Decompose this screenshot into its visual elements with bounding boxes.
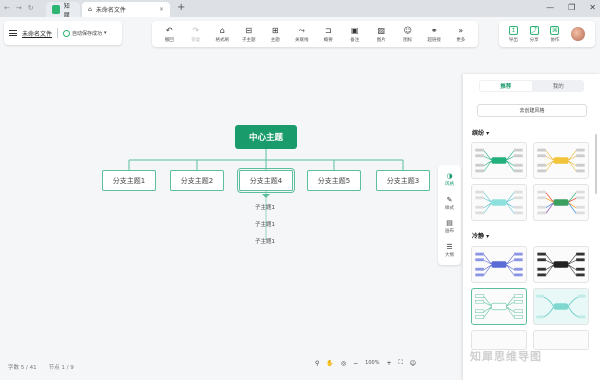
zoom-level[interactable]: 100% [365, 360, 379, 366]
canvas-icon: ▤ [446, 219, 453, 228]
branch-topic[interactable]: 分支主题1 [102, 170, 156, 191]
watermark: 知犀思维导图 [470, 350, 542, 363]
help-icon[interactable]: ☺ [410, 360, 416, 367]
subtopic[interactable]: 子主题1 [255, 203, 275, 211]
brush-icon: ✎ [446, 195, 453, 204]
create-style-button[interactable]: 去创建风格 [477, 104, 587, 117]
tab-label: 样式 [445, 205, 454, 211]
style-thumbnail[interactable] [471, 246, 527, 283]
locate-icon[interactable]: ◎ [341, 360, 346, 367]
palette-icon: ◑ [446, 172, 453, 181]
branch-topic[interactable]: 分支主题3 [376, 170, 430, 191]
style-thumbnail[interactable] [533, 184, 589, 221]
tab-mine[interactable]: 我的 [533, 80, 585, 92]
tab-recommended[interactable]: 推荐 [480, 81, 532, 91]
panel-scrollbar[interactable] [595, 134, 597, 194]
side-tabs: ◑ 风格 ✎ 样式 ▤ 画布 ☰ 大纲 [438, 165, 461, 265]
hand-icon[interactable]: ✋ [326, 360, 333, 367]
fit-screen-icon[interactable]: ⛶ [399, 359, 403, 367]
style-thumbnail[interactable] [471, 142, 527, 179]
zoom-in-button[interactable]: + [386, 360, 391, 367]
outline-icon: ☰ [446, 242, 453, 251]
word-count: 字数 5 / 41 [8, 365, 37, 371]
subtopic[interactable]: 子主题1 [255, 237, 275, 245]
central-topic[interactable]: 中心主题 [235, 125, 297, 149]
zoom-out-button[interactable]: − [353, 360, 358, 367]
tab-outline[interactable]: ☰ 大纲 [445, 243, 454, 258]
tab-label: 大纲 [445, 252, 454, 258]
section-title[interactable]: 冷静 ▾ [472, 231, 489, 240]
branch-topic[interactable]: 分支主题2 [170, 170, 224, 191]
style-thumbnail[interactable] [533, 288, 589, 325]
tab-style-theme[interactable]: ◑ 风格 [445, 172, 454, 187]
style-panel: 推荐 我的 去创建风格 缤纷 ▾ 冷静 ▾ [463, 74, 600, 380]
style-thumbnail[interactable] [533, 142, 589, 179]
branch-topic-selected[interactable]: 分支主题4 [237, 168, 295, 193]
tab-format[interactable]: ✎ 样式 [445, 196, 454, 211]
search-icon[interactable]: ⚲ [315, 360, 319, 367]
zoom-controls: ⚲ ✋ ◎ − 100% + ⛶ ☺ [315, 359, 416, 367]
style-thumbnail[interactable] [533, 246, 589, 283]
tab-label: 画布 [445, 229, 454, 235]
status-bar: 字数 5 / 41 节点 1 / 9 [8, 363, 74, 371]
style-thumbnail[interactable] [471, 184, 527, 221]
panel-tabs: 推荐 我的 [479, 80, 584, 92]
style-thumbnail[interactable] [533, 330, 589, 350]
style-thumbnail-selected[interactable] [471, 288, 527, 325]
style-thumbnail[interactable] [471, 330, 527, 350]
node-count: 节点 1 / 9 [48, 365, 74, 371]
tab-canvas[interactable]: ▤ 画布 [445, 219, 454, 234]
branch-topic[interactable]: 分支主题5 [307, 170, 361, 191]
subtopic[interactable]: 子主题1 [255, 220, 275, 228]
tab-label: 风格 [445, 182, 454, 188]
section-title[interactable]: 缤纷 ▾ [472, 128, 489, 137]
